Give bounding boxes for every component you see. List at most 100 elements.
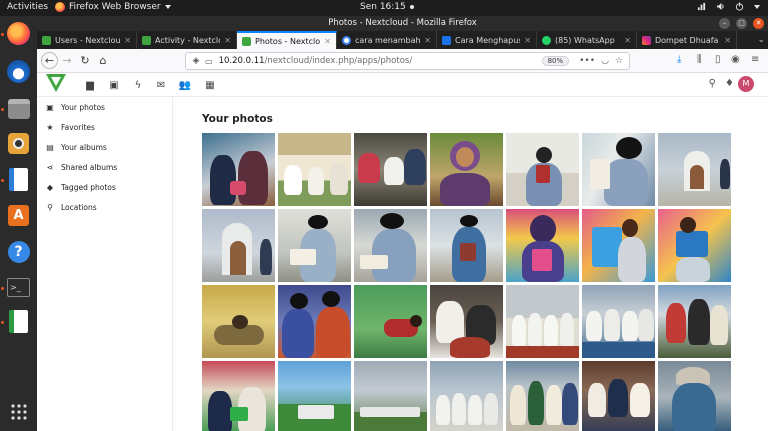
photo-thumbnail[interactable] [658, 285, 731, 358]
photo-thumbnail[interactable] [202, 285, 275, 358]
bookmark-star-icon[interactable]: ☆ [615, 56, 623, 66]
volume-icon [716, 2, 724, 11]
photos-content: Your photos [174, 97, 768, 431]
nav-locations[interactable]: ⚲ Locations [37, 197, 172, 217]
reload-button[interactable]: ↻ [76, 52, 94, 70]
photo-thumbnail[interactable] [278, 285, 351, 358]
tag-icon: ◆ [46, 182, 54, 192]
nav-tagged-photos[interactable]: ◆ Tagged photos [37, 177, 172, 197]
downloads-icon[interactable]: ⤓ [677, 54, 681, 65]
url-text[interactable]: 10.20.0.11/nextcloud/index.php/apps/phot… [219, 56, 542, 66]
contacts-app-icon[interactable]: 👥 [178, 78, 192, 92]
photo-thumbnail[interactable] [354, 361, 427, 431]
menu-icon[interactable]: ≡ [751, 54, 759, 65]
app-menu[interactable]: Firefox Web Browser [55, 2, 171, 12]
dock-calc[interactable] [5, 308, 32, 335]
page-info-icon[interactable]: ▭ [205, 57, 213, 66]
tab-photos[interactable]: Photos - Nextcloud ✕ [237, 31, 337, 49]
dock-software[interactable]: A [5, 202, 32, 229]
close-tab-icon[interactable]: ✕ [524, 36, 531, 45]
dock-writer[interactable] [5, 166, 32, 193]
tracking-protection-icon[interactable]: ◈ [191, 56, 201, 66]
chevron-down-icon [754, 4, 760, 9]
photo-thumbnail[interactable] [430, 361, 503, 431]
sidebar-icon[interactable]: ▯ [715, 54, 721, 65]
photo-thumbnail[interactable] [658, 209, 731, 282]
system-tray[interactable] [697, 2, 760, 11]
files-app-icon[interactable]: ▆ [83, 78, 97, 92]
nav-label: Tagged photos [61, 182, 116, 192]
photos-app-icon[interactable]: ▣ [107, 78, 121, 92]
nav-your-albums[interactable]: ▤ Your albums [37, 137, 172, 157]
photo-thumbnail[interactable] [658, 133, 731, 206]
photo-thumbnail[interactable] [506, 209, 579, 282]
page-actions-icon[interactable]: ••• [579, 56, 595, 66]
search-icon[interactable]: ⚲ [709, 78, 716, 89]
mail-app-icon[interactable]: ✉ [154, 78, 168, 92]
notifications-icon[interactable]: ♦ [725, 78, 734, 89]
minimize-button[interactable]: – [719, 18, 730, 29]
back-button[interactable]: ← [41, 52, 58, 69]
photo-thumbnail[interactable] [278, 209, 351, 282]
close-tab-icon[interactable]: ✕ [424, 36, 431, 45]
clock[interactable]: Sen 16:15 [360, 2, 414, 12]
zoom-indicator[interactable]: 80% [541, 56, 570, 66]
pocket-icon[interactable]: ◡ [601, 56, 609, 66]
photo-thumbnail[interactable] [582, 361, 655, 431]
photo-thumbnail[interactable] [582, 209, 655, 282]
close-tab-icon[interactable]: ✕ [724, 36, 731, 45]
photo-thumbnail[interactable] [506, 133, 579, 206]
show-applications-button[interactable] [5, 398, 32, 425]
close-tab-icon[interactable]: ✕ [124, 36, 131, 45]
list-all-tabs-icon[interactable]: ⌄ [757, 35, 765, 45]
window-titlebar[interactable]: Photos - Nextcloud - Mozilla Firefox – □… [37, 16, 768, 31]
tab-google-search[interactable]: cara menambah p ✕ [337, 31, 437, 49]
dock-thunderbird[interactable] [5, 58, 32, 85]
avatar[interactable]: M [738, 76, 754, 92]
photo-thumbnail[interactable] [354, 133, 427, 206]
library-icon[interactable]: ⫼ [697, 54, 702, 65]
dock-terminal[interactable]: >_ [5, 274, 32, 301]
photo-thumbnail[interactable] [582, 133, 655, 206]
tab-whatsapp[interactable]: (85) WhatsApp ✕ [537, 31, 637, 49]
url-bar[interactable]: ◈ ▭ 10.20.0.11/nextcloud/index.php/apps/… [185, 52, 630, 70]
account-icon[interactable]: ◉ [731, 54, 740, 65]
dock-firefox[interactable] [5, 20, 32, 47]
photo-thumbnail[interactable] [278, 361, 351, 431]
tab-instagram[interactable]: Dompet Dhuafa P ✕ [637, 31, 737, 49]
close-tab-icon[interactable]: ✕ [224, 36, 231, 45]
photo-thumbnail[interactable] [658, 361, 731, 431]
photo-thumbnail[interactable] [278, 133, 351, 206]
forward-button[interactable]: → [58, 52, 76, 70]
dock-help[interactable]: ? [5, 238, 32, 265]
nav-your-photos[interactable]: ▣ Your photos [37, 97, 172, 117]
photo-thumbnail[interactable] [202, 361, 275, 431]
photo-thumbnail[interactable] [202, 209, 275, 282]
calendar-app-icon[interactable]: ▦ [203, 78, 217, 92]
running-indicator [1, 108, 4, 111]
photo-thumbnail[interactable] [354, 209, 427, 282]
activity-app-icon[interactable]: ϟ [131, 78, 145, 92]
nav-favorites[interactable]: ★ Favorites [37, 117, 172, 137]
activities-button[interactable]: Activities [7, 2, 48, 12]
tab-activity[interactable]: Activity - Nextclou ✕ [137, 31, 237, 49]
photo-thumbnail[interactable] [202, 133, 275, 206]
home-button[interactable]: ⌂ [94, 52, 112, 70]
photo-thumbnail[interactable] [430, 133, 503, 206]
tab-article[interactable]: Cara Menghapus ✕ [437, 31, 537, 49]
nextcloud-logo-icon[interactable] [45, 73, 67, 93]
nav-shared-albums[interactable]: ⋖ Shared albums [37, 157, 172, 177]
photo-thumbnail[interactable] [430, 209, 503, 282]
photo-thumbnail[interactable] [506, 285, 579, 358]
dock-files[interactable] [5, 95, 32, 122]
maximize-button[interactable]: □ [736, 18, 747, 29]
dock-rhythmbox[interactable] [5, 130, 32, 157]
close-tab-icon[interactable]: ✕ [624, 36, 631, 45]
close-window-button[interactable]: ✕ [753, 18, 764, 29]
tab-users[interactable]: Users - Nextcloud ✕ [37, 31, 137, 49]
close-tab-icon[interactable]: ✕ [324, 37, 331, 46]
photo-thumbnail[interactable] [430, 285, 503, 358]
photo-thumbnail[interactable] [354, 285, 427, 358]
photo-thumbnail[interactable] [506, 361, 579, 431]
photo-thumbnail[interactable] [582, 285, 655, 358]
